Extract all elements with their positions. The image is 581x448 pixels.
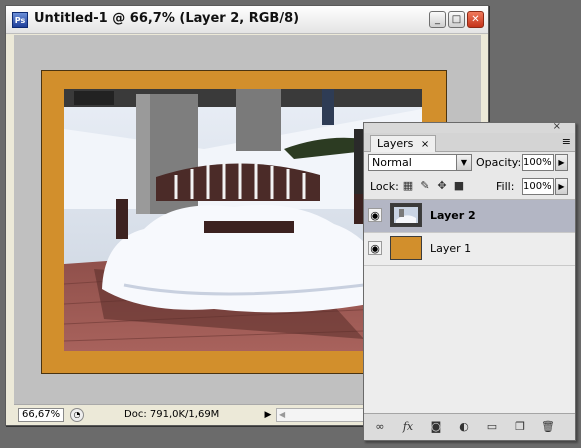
folder-icon[interactable]: ▭ xyxy=(484,419,500,435)
layer-1-thumbnail xyxy=(390,236,422,260)
tab-close-icon[interactable]: × xyxy=(421,139,429,150)
panel-tab-bar: Layers × ≡ xyxy=(364,133,575,152)
blend-opacity-row: Normal ▼ Opacity: 100% ▶ xyxy=(364,151,575,175)
layer-row-layer-2[interactable]: ◉ Layer 2 xyxy=(364,200,575,233)
fill-field[interactable]: 100% xyxy=(522,178,554,195)
layer-list: ◉ Layer 2 ◉ Layer 1 xyxy=(364,200,575,413)
fx-icon[interactable]: fx xyxy=(400,419,416,435)
eye-icon[interactable]: ◉ xyxy=(368,208,382,222)
close-button[interactable]: ✕ xyxy=(467,11,484,28)
lock-fill-row: Lock: ▦ ✎ ✥ ■ Fill: 100% ▶ xyxy=(364,175,575,200)
panel-grip[interactable]: × xyxy=(364,121,575,133)
zoom-field[interactable]: 66,67% xyxy=(18,408,64,422)
horizontal-scrollbar[interactable]: ◀ xyxy=(276,408,376,422)
lock-brush-icon[interactable]: ✎ xyxy=(419,180,431,192)
layer-name[interactable]: Layer 1 xyxy=(430,242,471,255)
opacity-field[interactable]: 100% xyxy=(522,154,554,171)
opacity-slider-arrow-icon[interactable]: ▶ xyxy=(555,154,568,171)
tab-layers-label: Layers xyxy=(377,137,414,150)
scroll-left-icon[interactable]: ◀ xyxy=(279,410,285,419)
document-titlebar[interactable]: Ps Untitled-1 @ 66,7% (Layer 2, RGB/8) _… xyxy=(6,6,488,34)
document-title: Untitled-1 @ 66,7% (Layer 2, RGB/8) xyxy=(34,11,300,26)
blend-mode-select[interactable]: Normal ▼ xyxy=(368,154,472,171)
adjustment-icon[interactable]: ◐ xyxy=(456,419,472,435)
document-info: Doc: 791,0K/1,69M xyxy=(124,409,220,420)
opacity-label: Opacity: xyxy=(476,156,522,169)
photoshop-icon: Ps xyxy=(12,12,28,28)
eye-icon[interactable]: ◉ xyxy=(368,241,382,255)
status-menu-arrow-icon[interactable]: ▶ xyxy=(262,408,274,422)
layers-panel-footer: ∞ fx ◙ ◐ ▭ ❐ 🗑 xyxy=(364,413,575,440)
lock-label: Lock: xyxy=(370,180,399,193)
lock-transparency-icon[interactable]: ▦ xyxy=(402,180,414,192)
status-info-icon[interactable]: ◔ xyxy=(70,408,84,422)
fill-label: Fill: xyxy=(496,180,515,193)
minimize-button[interactable]: _ xyxy=(429,11,446,28)
layer-name[interactable]: Layer 2 xyxy=(430,209,476,222)
chevron-down-icon[interactable]: ▼ xyxy=(456,154,472,171)
new-layer-icon[interactable]: ❐ xyxy=(512,419,528,435)
panel-menu-icon[interactable]: ≡ xyxy=(562,135,571,148)
maximize-button[interactable]: □ xyxy=(448,11,465,28)
layer-row-layer-1[interactable]: ◉ Layer 1 xyxy=(364,233,575,266)
mask-icon[interactable]: ◙ xyxy=(428,419,444,435)
layers-panel: × Layers × ≡ Normal ▼ Opacity: 100% ▶ Lo… xyxy=(363,121,576,441)
panel-collapse-icon[interactable]: × xyxy=(553,121,561,132)
link-icon[interactable]: ∞ xyxy=(372,419,388,435)
lock-all-icon[interactable]: ■ xyxy=(453,180,465,192)
blend-mode-value: Normal xyxy=(372,156,412,169)
tab-layers[interactable]: Layers × xyxy=(370,135,437,152)
trash-icon[interactable]: 🗑 xyxy=(540,419,556,435)
layer-2-thumbnail xyxy=(390,203,422,227)
lock-move-icon[interactable]: ✥ xyxy=(436,180,448,192)
fill-slider-arrow-icon[interactable]: ▶ xyxy=(555,178,568,195)
